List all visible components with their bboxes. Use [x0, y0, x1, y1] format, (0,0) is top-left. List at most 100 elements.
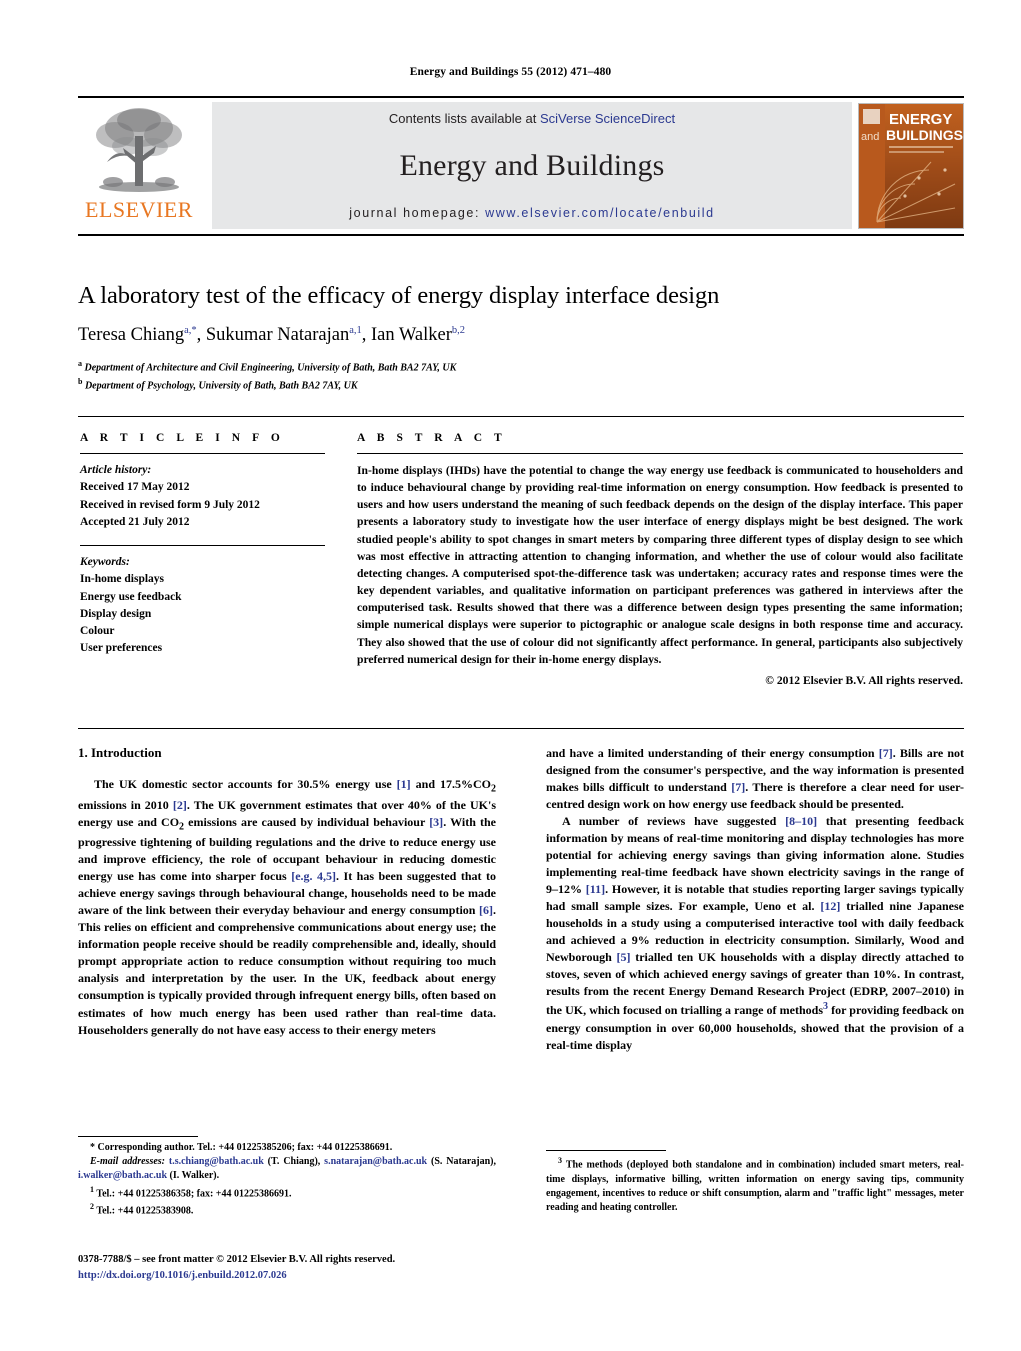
footnote-emails: E-mail addresses: t.s.chiang@bath.ac.uk …	[78, 1155, 496, 1183]
citation-5b[interactable]: [5]	[617, 950, 631, 964]
journal-cover-thumbnail: ENERGY and BUILDINGS	[858, 103, 964, 229]
keyword-item: Energy use feedback	[80, 590, 182, 603]
article-info-rule	[80, 453, 325, 454]
author-sep-1: ,	[196, 325, 206, 346]
sciencedirect-link[interactable]: SciVerse ScienceDirect	[540, 111, 675, 126]
keywords-rule	[80, 545, 325, 546]
keywords-label: Keywords:	[80, 556, 130, 568]
article-history-label: Article history:	[80, 464, 152, 476]
email-1-owner: (T. Chiang),	[263, 1156, 325, 1168]
email-link-walker[interactable]: i.walker@bath.ac.uk	[78, 1170, 167, 1181]
elsevier-tree-icon	[96, 108, 182, 192]
info-section-top-rule	[78, 416, 964, 417]
intro-paragraph-right-2: A number of reviews have suggested [8–10…	[546, 813, 964, 1053]
author-2-name: Sukumar Natarajan	[205, 325, 350, 346]
affiliation-a-mark: a	[78, 359, 82, 369]
author-3-name: Ian Walker	[371, 325, 452, 346]
abstract-column: A B S T R A C T In-home displays (IHDs) …	[357, 432, 963, 687]
citation-4[interactable]: [e.g. 4,5]	[291, 869, 336, 883]
citation-12[interactable]: [12]	[820, 899, 840, 913]
intro-text-h: . This relies on efficient and comprehen…	[78, 903, 496, 1037]
body-column-right: and have a limited understanding of thei…	[546, 745, 964, 1135]
journal-homepage-line: journal homepage: www.elsevier.com/locat…	[349, 206, 714, 220]
citation-7b[interactable]: [7]	[731, 780, 745, 794]
journal-cover-art-icon: ENERGY and BUILDINGS	[859, 104, 963, 228]
svg-text:and: and	[861, 131, 879, 143]
abstract-bottom-rule	[78, 728, 964, 729]
email-2-owner: (S. Natarajan),	[427, 1156, 496, 1168]
email-3-owner: (I. Walker).	[167, 1170, 220, 1182]
right2-text-a: A number of reviews have suggested	[562, 814, 786, 829]
journal-band: Contents lists available at SciVerse Sci…	[212, 102, 852, 229]
author-1-marks: a,*	[184, 325, 197, 337]
citation-1[interactable]: [1]	[397, 777, 411, 791]
footnote-2-text: Tel.: +44 01225383908.	[94, 1205, 194, 1217]
affiliation-a: a Department of Architecture and Civil E…	[78, 358, 964, 376]
abstract-copyright: © 2012 Elsevier B.V. All rights reserved…	[765, 673, 963, 687]
intro-text-e: emissions are caused by individual behav…	[184, 814, 430, 829]
elsevier-wordmark: ELSEVIER	[85, 197, 193, 222]
author-list: Teresa Chianga,*, Sukumar Natarajana,1, …	[78, 324, 964, 346]
footnote-note-2: 2 Tel.: +44 01225383908.	[78, 1201, 496, 1219]
abstract-rule	[357, 453, 963, 454]
citation-7a[interactable]: [7]	[879, 746, 893, 760]
email-addresses-label: E-mail addresses:	[90, 1156, 165, 1168]
co2-subscript: 2	[490, 783, 496, 795]
affiliation-b-text: Department of Psychology, University of …	[84, 380, 358, 392]
article-info-heading: A R T I C L E I N F O	[80, 432, 285, 444]
page-title: A laboratory test of the efficacy of ene…	[78, 282, 720, 309]
paper-page: Energy and Buildings 55 (2012) 471–480 E…	[0, 0, 1021, 1351]
intro-text-b: and 17.5%CO	[410, 777, 491, 791]
article-info-column: A R T I C L E I N F O Article history: R…	[80, 432, 325, 658]
body-column-left: 1. Introduction The UK domestic sector a…	[78, 745, 496, 1135]
elsevier-logo: ELSEVIER	[78, 98, 200, 234]
article-history-accepted: Accepted 21 July 2012	[80, 515, 190, 528]
keywords-group: Keywords: In-home displays Energy use fe…	[80, 554, 325, 658]
citation-11[interactable]: [11]	[586, 882, 605, 896]
footnotes-left: * Corresponding author. Tel.: +44 012253…	[78, 1136, 496, 1219]
running-head: Energy and Buildings 55 (2012) 471–480	[409, 66, 612, 78]
author-2-marks: a,1	[349, 325, 362, 337]
intro-paragraph-right-1: and have a limited understanding of thei…	[546, 745, 964, 813]
footnote-separator-rule	[78, 1136, 198, 1137]
article-history-revised: Received in revised form 9 July 2012	[80, 498, 260, 511]
doi-link[interactable]: http://dx.doi.org/10.1016/j.enbuild.2012…	[78, 1268, 578, 1284]
imprint-block: 0378-7788/$ – see front matter © 2012 El…	[78, 1252, 578, 1284]
citation-2[interactable]: [2]	[173, 798, 187, 812]
article-history-group: Article history: Received 17 May 2012 Re…	[80, 462, 325, 531]
homepage-prefix: journal homepage:	[349, 206, 486, 220]
citation-3[interactable]: [3]	[429, 815, 443, 829]
affiliation-a-text: Department of Architecture and Civil Eng…	[84, 362, 457, 374]
email-link-chiang[interactable]: t.s.chiang@bath.ac.uk	[169, 1156, 264, 1167]
abstract-heading: A B S T R A C T	[357, 432, 507, 444]
author-3-marks: b,2	[451, 325, 465, 337]
section-title-introduction: 1. Introduction	[78, 745, 162, 760]
citation-8-10[interactable]: [8–10]	[785, 814, 817, 828]
affiliation-b-mark: b	[78, 377, 83, 387]
footnote-note-1: 1 Tel.: +44 01225386358; fax: +44 012253…	[78, 1184, 496, 1202]
intro-text-c: emissions in 2010	[78, 797, 173, 812]
homepage-url-link[interactable]: www.elsevier.com/locate/enbuild	[485, 206, 715, 220]
keyword-item: Display design	[80, 607, 152, 620]
intro-paragraph-left: The UK domestic sector accounts for 30.5…	[78, 776, 496, 1039]
footnote-note-3: 3 The methods (deployed both standalone …	[546, 1155, 964, 1215]
keyword-item: In-home displays	[80, 573, 165, 586]
footnote-3-text: The methods (deployed both standalone an…	[546, 1159, 964, 1213]
abstract-text: In-home displays (IHDs) have the potenti…	[357, 464, 963, 666]
footnote-corresponding-author: * Corresponding author. Tel.: +44 012253…	[90, 1142, 393, 1153]
affiliation-b: b Department of Psychology, University o…	[78, 376, 964, 394]
author-sep-2: ,	[361, 325, 371, 346]
keyword-item: User preferences	[80, 642, 163, 655]
citation-5[interactable]: [6]	[479, 903, 493, 917]
footnote-separator-rule-right	[546, 1150, 666, 1151]
article-history-received: Received 17 May 2012	[80, 481, 190, 494]
journal-title: Energy and Buildings	[399, 149, 665, 182]
email-link-natarajan[interactable]: s.natarajan@bath.ac.uk	[324, 1156, 427, 1167]
footnote-1-text: Tel.: +44 01225386358; fax: +44 01225386…	[94, 1187, 292, 1199]
footnotes-right: 3 The methods (deployed both standalone …	[546, 1150, 964, 1215]
author-1-name: Teresa Chiang	[78, 325, 185, 346]
journal-masthead: ELSEVIER Contents lists available at Sci…	[78, 96, 964, 236]
keyword-item: Colour	[80, 625, 115, 637]
right-text-a: and have a limited understanding of thei…	[546, 746, 879, 760]
svg-text:ENERGY: ENERGY	[889, 111, 952, 128]
